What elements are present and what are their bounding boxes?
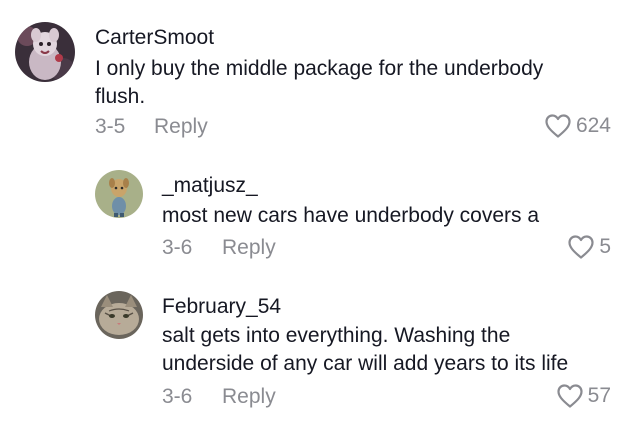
comment-text-line: flush. xyxy=(95,85,146,108)
comment-date: 3-5 xyxy=(95,115,126,138)
heart-icon xyxy=(568,235,594,259)
reply-button[interactable]: Reply xyxy=(154,115,208,139)
heart-icon xyxy=(545,114,571,138)
comment-username[interactable]: February_54 xyxy=(162,295,281,319)
comment-text: most new cars have underbody covers a xyxy=(162,202,602,230)
comment-date: 3-6 xyxy=(162,385,193,408)
comment-item: CarterSmoot I only buy the middle packag… xyxy=(0,0,617,160)
like-button[interactable]: 624 xyxy=(544,113,611,139)
reply-item: February_54 salt gets into everything. W… xyxy=(0,285,617,431)
like-button[interactable]: 57 xyxy=(556,383,611,409)
avatar-figure-icon xyxy=(15,22,75,82)
comment-text-line: underside of any car will add years to i… xyxy=(162,352,569,375)
like-count: 5 xyxy=(599,235,611,258)
avatar[interactable] xyxy=(95,170,143,218)
heart-icon xyxy=(557,384,583,408)
comment-text-line: I only buy the middle package for the un… xyxy=(95,57,544,80)
comment-text: salt gets into everything. Washing the u… xyxy=(162,322,607,378)
avatar[interactable] xyxy=(95,291,143,339)
reply-item: _matjusz_ most new cars have underbody c… xyxy=(0,160,617,285)
like-count: 624 xyxy=(575,114,611,137)
comment-text-line: most new cars have underbody covers a xyxy=(162,204,540,227)
reply-button[interactable]: Reply xyxy=(222,236,276,260)
like-count: 57 xyxy=(587,384,611,407)
comment-username[interactable]: _matjusz_ xyxy=(162,174,258,198)
avatar-cartoon-icon xyxy=(95,170,143,218)
reply-button[interactable]: Reply xyxy=(222,385,276,409)
comment-date: 3-6 xyxy=(162,236,193,259)
like-button[interactable]: 5 xyxy=(567,234,611,260)
comment-username[interactable]: CarterSmoot xyxy=(95,26,214,50)
avatar[interactable] xyxy=(15,22,75,82)
comment-text-line: salt gets into everything. Washing the xyxy=(162,324,511,347)
comment-text: I only buy the middle package for the un… xyxy=(95,55,600,111)
avatar-cat-icon xyxy=(95,291,143,339)
